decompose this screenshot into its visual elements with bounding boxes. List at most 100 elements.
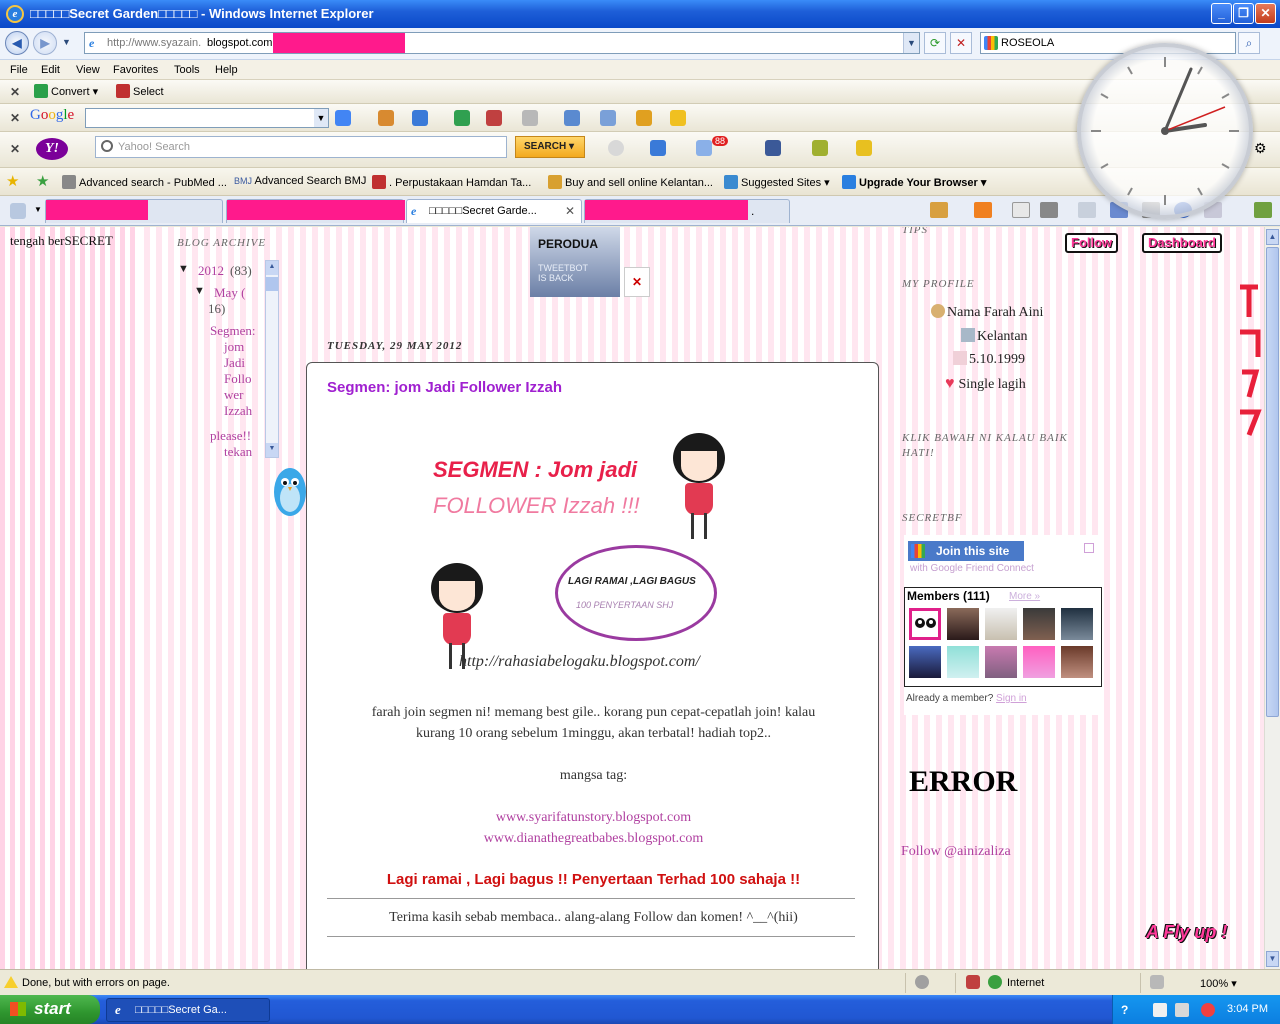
archive-post-line[interactable]: Segmen: xyxy=(210,323,256,339)
notepad-icon[interactable] xyxy=(812,140,828,156)
forward-button[interactable]: ▶ xyxy=(33,31,57,55)
read-mail-icon[interactable] xyxy=(1012,202,1030,218)
page-scrollbar[interactable]: ▲ ▼ xyxy=(1264,227,1280,969)
mail-icon[interactable] xyxy=(650,140,666,156)
tab-2[interactable] xyxy=(226,199,405,223)
rss-icon[interactable] xyxy=(974,202,992,218)
expand-year-icon[interactable]: ▼ xyxy=(178,263,189,275)
fav-bmj[interactable]: BMJ Advanced Search BMJ xyxy=(234,175,366,187)
archive-post-next2[interactable]: tekan xyxy=(224,444,252,457)
quick-tabs-icon[interactable] xyxy=(10,203,26,219)
history-dropdown-icon[interactable]: ▼ xyxy=(62,37,71,47)
weather-icon[interactable] xyxy=(696,140,712,156)
settings-gear-icon[interactable]: ⚙ xyxy=(1254,140,1267,157)
menu-edit[interactable]: Edit xyxy=(41,64,60,76)
pop-up-blocker-status-icon[interactable] xyxy=(1150,975,1164,989)
archive-year[interactable]: 2012 xyxy=(198,263,224,279)
fav-upgrade-browser[interactable]: Upgrade Your Browser ▾ xyxy=(842,175,986,189)
antivirus-tray-icon[interactable] xyxy=(1201,1003,1215,1017)
google-search-input[interactable]: ▼ xyxy=(85,108,329,128)
google-search-icon[interactable] xyxy=(335,110,351,126)
archive-post-line[interactable]: Jadi xyxy=(224,355,245,371)
stop-button[interactable]: ✕ xyxy=(950,32,972,54)
page-scroll-up-icon[interactable]: ▲ xyxy=(1266,229,1279,245)
network-tray-icon[interactable] xyxy=(1153,1003,1167,1017)
widget-close-icon[interactable]: ✕ xyxy=(624,267,650,297)
facebook-icon[interactable] xyxy=(765,140,781,156)
volume-tray-icon[interactable] xyxy=(1175,1003,1189,1017)
address-dropdown-icon[interactable]: ▼ xyxy=(903,33,919,53)
archive-scroll-thumb[interactable] xyxy=(266,277,278,291)
extra-toolbar-icon[interactable] xyxy=(1254,202,1272,218)
scroll-down-icon[interactable]: ▼ xyxy=(266,443,278,457)
archive-post-next[interactable]: please!! xyxy=(210,428,251,444)
home-icon[interactable] xyxy=(930,202,948,218)
bookmarks-icon[interactable] xyxy=(378,110,394,126)
perodua-widget[interactable]: PERODUA TWEETBOT IS BACK xyxy=(530,227,620,297)
select-button[interactable]: Select xyxy=(116,84,164,98)
taskbar-ie-window[interactable]: e □□□□□Secret Ga... xyxy=(106,998,270,1022)
twitter-bird-icon[interactable] xyxy=(272,462,308,520)
tab-1[interactable] xyxy=(45,199,223,223)
member-avatar[interactable] xyxy=(909,608,941,640)
add-icon[interactable] xyxy=(412,110,428,126)
member-avatar[interactable] xyxy=(1023,646,1055,678)
smiley-icon[interactable] xyxy=(608,140,624,156)
convert-button[interactable]: Convert ▾ xyxy=(34,84,98,98)
back-button[interactable]: ◀ xyxy=(5,31,29,55)
member-avatar[interactable] xyxy=(1061,608,1093,640)
member-avatar[interactable] xyxy=(947,608,979,640)
print-icon[interactable] xyxy=(1040,202,1058,218)
member-avatar[interactable] xyxy=(985,608,1017,640)
yahoo-logo[interactable]: Y! xyxy=(36,138,68,160)
address-bar[interactable]: e http://www.syazain. blogspot.com ▼ xyxy=(84,32,920,54)
close-yahoo-toolbar-icon[interactable]: ✕ xyxy=(10,142,20,156)
comment-icon[interactable] xyxy=(522,110,538,126)
yahoo-search-input[interactable]: Yahoo! Search xyxy=(95,136,507,158)
popout-icon[interactable] xyxy=(1084,543,1094,553)
post-link-2[interactable]: www.dianathegreatbabes.blogspot.com xyxy=(307,831,880,847)
archive-scrollbar[interactable]: ▲ ▼ xyxy=(265,260,279,458)
archive-post-line[interactable]: wer xyxy=(224,387,244,403)
clock-gadget[interactable] xyxy=(1077,43,1253,219)
fly-up-button[interactable]: A Fly up ! xyxy=(1146,922,1227,943)
follow-twitter-link[interactable]: Follow @ainizaliza xyxy=(901,844,1011,860)
post-title[interactable]: Segmen: jom Jadi Follower Izzah xyxy=(327,379,562,396)
menu-tools[interactable]: Tools xyxy=(174,64,200,76)
page-scroll-thumb[interactable] xyxy=(1266,247,1279,717)
yahoo-search-button[interactable]: SEARCH ▾ xyxy=(515,136,585,158)
join-site-button[interactable]: Join this site xyxy=(908,541,1024,561)
expand-month-icon[interactable]: ▼ xyxy=(194,285,205,297)
fav-pubmed[interactable]: Advanced search - PubMed ... xyxy=(62,175,227,189)
menu-file[interactable]: File xyxy=(10,64,28,76)
fav-perpustakaan[interactable]: . Perpustakaan Hamdan Ta... xyxy=(372,175,531,189)
sign-in-link[interactable]: Sign in xyxy=(996,693,1027,704)
add-favorites-icon[interactable]: ★ xyxy=(36,172,49,190)
member-avatar[interactable] xyxy=(947,646,979,678)
warning-icon[interactable] xyxy=(4,976,18,988)
menu-help[interactable]: Help xyxy=(215,64,238,76)
translate-icon[interactable] xyxy=(454,110,470,126)
more-members-link[interactable]: More » xyxy=(1009,591,1040,602)
clock-time[interactable]: 3:04 PM xyxy=(1227,1003,1268,1015)
member-avatar[interactable] xyxy=(1061,646,1093,678)
dashboard-button[interactable]: Dashboard xyxy=(1142,233,1222,253)
menu-favorites[interactable]: Favorites xyxy=(113,64,158,76)
autofill-icon[interactable] xyxy=(636,110,652,126)
archive-post-line[interactable]: Follo xyxy=(224,371,251,387)
autolink-icon[interactable] xyxy=(600,110,616,126)
close-tab-icon[interactable]: ✕ xyxy=(565,204,575,218)
close-toolbar-icon[interactable]: ✕ xyxy=(10,85,20,99)
highlighter-icon[interactable] xyxy=(670,110,686,126)
close-google-toolbar-icon[interactable]: ✕ xyxy=(10,111,20,125)
archive-post-line[interactable]: Izzah xyxy=(224,403,252,419)
menu-view[interactable]: View xyxy=(76,64,100,76)
spellcheck-icon[interactable] xyxy=(564,110,580,126)
fav-suggested-sites[interactable]: Suggested Sites ▾ xyxy=(724,175,830,189)
start-button[interactable]: start xyxy=(0,995,100,1024)
member-avatar[interactable] xyxy=(909,646,941,678)
privacy-icon[interactable] xyxy=(915,975,929,989)
protected-mode-icon[interactable] xyxy=(966,975,980,989)
google-search-dropdown-icon[interactable]: ▼ xyxy=(314,109,328,127)
refresh-button[interactable]: ⟳ xyxy=(924,32,946,54)
